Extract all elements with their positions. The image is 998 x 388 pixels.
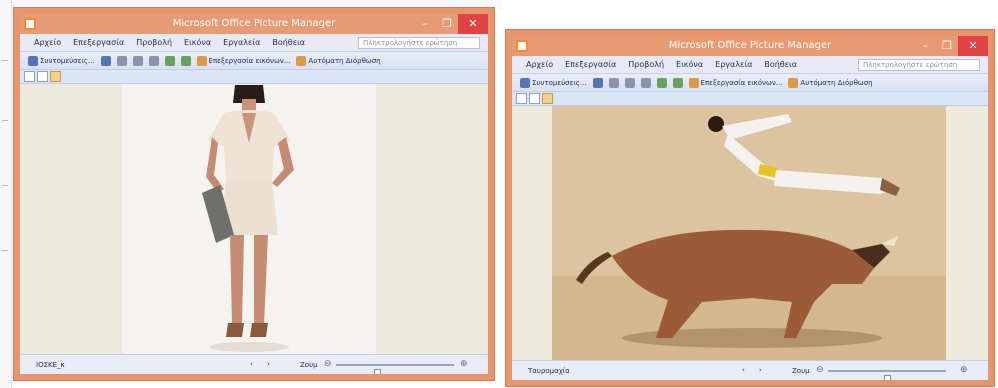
export-icon[interactable] [608, 77, 619, 88]
zoom-slider[interactable] [336, 364, 454, 374]
edit-pictures-button[interactable]: Επεξεργασία εικόνων... [688, 77, 783, 88]
menu-help[interactable]: Βοήθεια [272, 38, 305, 47]
zoom-label: Ζουμ [300, 361, 318, 369]
status-bar: Ταυρομαχία ‹ › Ζουμ ⊖ ⊕ [512, 360, 988, 380]
shortcuts-button[interactable]: Συντομεύσεις... [520, 77, 587, 88]
toolbar: Συντομεύσεις... Επεξεργασία εικόνων... Α… [512, 74, 988, 92]
desktop: Microsoft Office Picture Manager – ❐ ✕ Α… [0, 0, 998, 388]
autocorrect-label: Αυτόματη Διόρθωση [308, 56, 381, 65]
undo-icon[interactable] [132, 55, 143, 66]
ruler-tick [2, 60, 8, 61]
edit-pictures-icon [196, 55, 207, 66]
edit-pictures-label: Επεξεργασία εικόνων... [208, 56, 291, 65]
zoom-slider-thumb[interactable] [884, 375, 891, 380]
edit-pictures-label: Επεξεργασία εικόνων... [700, 78, 783, 87]
woman-illustration [122, 85, 376, 353]
status-bar: ΙΟΣΚΕ_κ ‹ › Ζουμ ⊖ ⊕ [20, 354, 488, 374]
minimize-button[interactable]: – [914, 36, 936, 56]
menu-help[interactable]: Βοήθεια [764, 60, 797, 69]
thumbnail-view-button[interactable] [24, 71, 35, 82]
ruler-tick [2, 185, 8, 186]
menu-tools[interactable]: Εργαλεία [223, 38, 260, 47]
picture-manager-window-left[interactable]: Microsoft Office Picture Manager – ❐ ✕ Α… [14, 8, 494, 380]
menu-picture[interactable]: Εικόνα [676, 60, 703, 69]
window-controls: – ❐ ✕ [914, 36, 988, 56]
menu-bar: Αρχείο Επεξεργασία Προβολή Εικόνα Εργαλε… [512, 56, 988, 74]
save-icon[interactable] [100, 55, 111, 66]
maximize-button[interactable]: ❐ [936, 36, 958, 56]
minimize-button[interactable]: – [414, 14, 436, 34]
rotate-left-icon[interactable] [164, 55, 175, 66]
filmstrip-view-button[interactable] [529, 93, 540, 104]
menu-edit[interactable]: Επεξεργασία [73, 38, 124, 47]
zoom-slider-thumb[interactable] [374, 369, 382, 374]
ruler-tick [2, 120, 8, 121]
menu-file[interactable]: Αρχείο [526, 60, 553, 69]
maximize-button[interactable]: ❐ [436, 14, 458, 34]
status-filename: Ταυρομαχία [528, 367, 570, 375]
title-bar[interactable]: Microsoft Office Picture Manager – ❐ ✕ [512, 36, 988, 56]
bullfight-illustration [552, 106, 946, 360]
autocorrect-icon [296, 55, 307, 66]
menu-file[interactable]: Αρχείο [34, 38, 61, 47]
view-bar [20, 70, 488, 84]
woman-photo [122, 84, 376, 354]
menu-bar: Αρχείο Επεξεργασία Προβολή Εικόνα Εργαλε… [20, 34, 488, 52]
window-controls: – ❐ ✕ [414, 14, 488, 34]
help-search-input[interactable]: Πληκτρολογήστε ερώτηση [858, 59, 980, 71]
ruler-tick [2, 250, 8, 251]
edit-pictures-button[interactable]: Επεξεργασία εικόνων... [196, 55, 291, 66]
menu-tools[interactable]: Εργαλεία [715, 60, 752, 69]
shortcuts-label: Συντομεύσεις... [40, 56, 95, 65]
close-button[interactable]: ✕ [958, 36, 988, 56]
edit-pictures-icon [688, 77, 699, 88]
shortcuts-button[interactable]: Συντομεύσεις... [28, 55, 95, 66]
filmstrip-view-button[interactable] [37, 71, 48, 82]
menu-edit[interactable]: Επεξεργασία [565, 60, 616, 69]
autocorrect-button[interactable]: Αυτόματη Διόρθωση [296, 55, 381, 66]
undo-icon[interactable] [624, 77, 635, 88]
picture-area [512, 106, 988, 360]
picture-area [20, 84, 488, 354]
shortcuts-icon [28, 55, 38, 66]
thumbnail-view-button[interactable] [516, 93, 527, 104]
menu-picture[interactable]: Εικόνα [184, 38, 211, 47]
shortcuts-label: Συντομεύσεις... [532, 78, 587, 87]
bullfight-photo [552, 106, 946, 360]
rotate-left-icon[interactable] [656, 77, 667, 88]
picture-nav-buttons[interactable]: ‹ › [742, 366, 768, 374]
zoom-out-icon[interactable]: ⊖ [816, 365, 824, 375]
close-button[interactable]: ✕ [458, 14, 488, 34]
view-bar [512, 92, 988, 106]
zoom-in-icon[interactable]: ⊕ [460, 359, 468, 369]
single-view-button[interactable] [50, 71, 61, 82]
single-view-button[interactable] [542, 93, 553, 104]
rotate-right-icon[interactable] [672, 77, 683, 88]
zoom-in-icon[interactable]: ⊕ [960, 365, 968, 375]
autocorrect-button[interactable]: Αυτόματη Διόρθωση [788, 77, 873, 88]
export-icon[interactable] [116, 55, 127, 66]
menu-view[interactable]: Προβολή [628, 60, 664, 69]
rotate-right-icon[interactable] [180, 55, 191, 66]
toolbar: Συντομεύσεις... Επεξεργασία εικόνων... Α… [20, 52, 488, 70]
help-search-input[interactable]: Πληκτρολογήστε ερώτηση [358, 37, 480, 49]
status-filename: ΙΟΣΚΕ_κ [36, 361, 65, 369]
zoom-out-icon[interactable]: ⊖ [324, 359, 332, 369]
menu-view[interactable]: Προβολή [136, 38, 172, 47]
picture-nav-buttons[interactable]: ‹ › [250, 360, 276, 368]
save-icon[interactable] [592, 77, 603, 88]
document-ruler [0, 0, 12, 388]
autocorrect-label: Αυτόματη Διόρθωση [800, 78, 873, 87]
zoom-slider[interactable] [828, 370, 946, 380]
redo-icon[interactable] [640, 77, 651, 88]
redo-icon[interactable] [148, 55, 159, 66]
shortcuts-icon [520, 77, 530, 88]
title-bar[interactable]: Microsoft Office Picture Manager – ❐ ✕ [20, 14, 488, 34]
zoom-label: Ζουμ [792, 367, 810, 375]
picture-manager-window-right[interactable]: Microsoft Office Picture Manager – ❐ ✕ Α… [506, 30, 994, 386]
autocorrect-icon [788, 77, 799, 88]
